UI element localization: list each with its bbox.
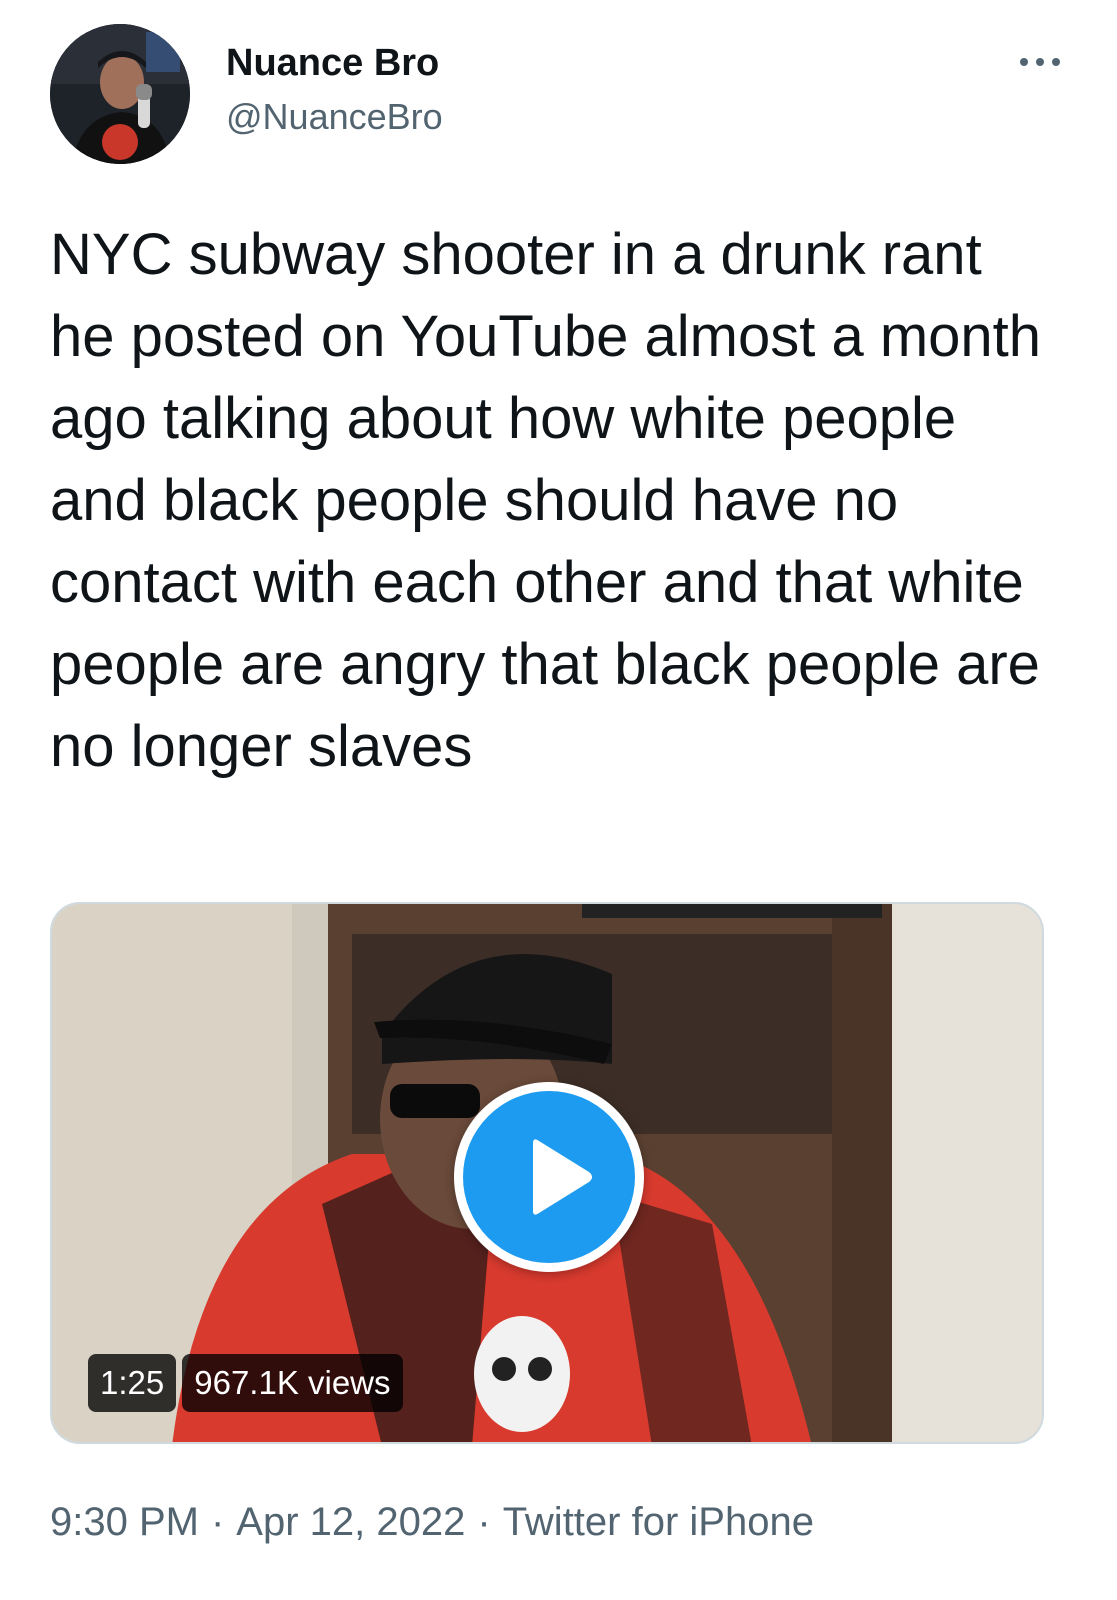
author-display-name[interactable]: Nuance Bro [226,40,443,86]
video-views: 967.1K views [182,1354,403,1412]
tweet-card: Nuance Bro @NuanceBro NYC subway shooter… [0,0,1117,1600]
author-names: Nuance Bro @NuanceBro [226,40,443,140]
play-icon [533,1139,592,1215]
tweet-meta: 9:30 PM · Apr 12, 2022 · Twitter for iPhone [50,1494,814,1550]
play-button-circle [463,1091,635,1263]
video-duration: 1:25 [88,1354,177,1412]
meta-separator: · [210,1500,225,1544]
avatar-photo [50,24,190,164]
more-horizontal-icon[interactable] [1016,46,1064,78]
video-badges: 1:25 967.1K views [88,1354,403,1412]
tweet-source[interactable]: Twitter for iPhone [503,1500,814,1544]
tweet-header: Nuance Bro @NuanceBro [50,24,1070,166]
video-player[interactable]: 1:25 967.1K views [50,902,1044,1444]
meta-separator: · [477,1500,491,1544]
tweet-time[interactable]: 9:30 PM [50,1500,199,1544]
avatar[interactable] [50,24,190,164]
play-button[interactable] [454,1082,644,1272]
tweet-text: NYC subway shooter in a drunk rant he po… [50,222,1042,779]
tweet-date[interactable]: Apr 12, 2022 [236,1500,465,1544]
author-handle[interactable]: @NuanceBro [226,94,443,140]
